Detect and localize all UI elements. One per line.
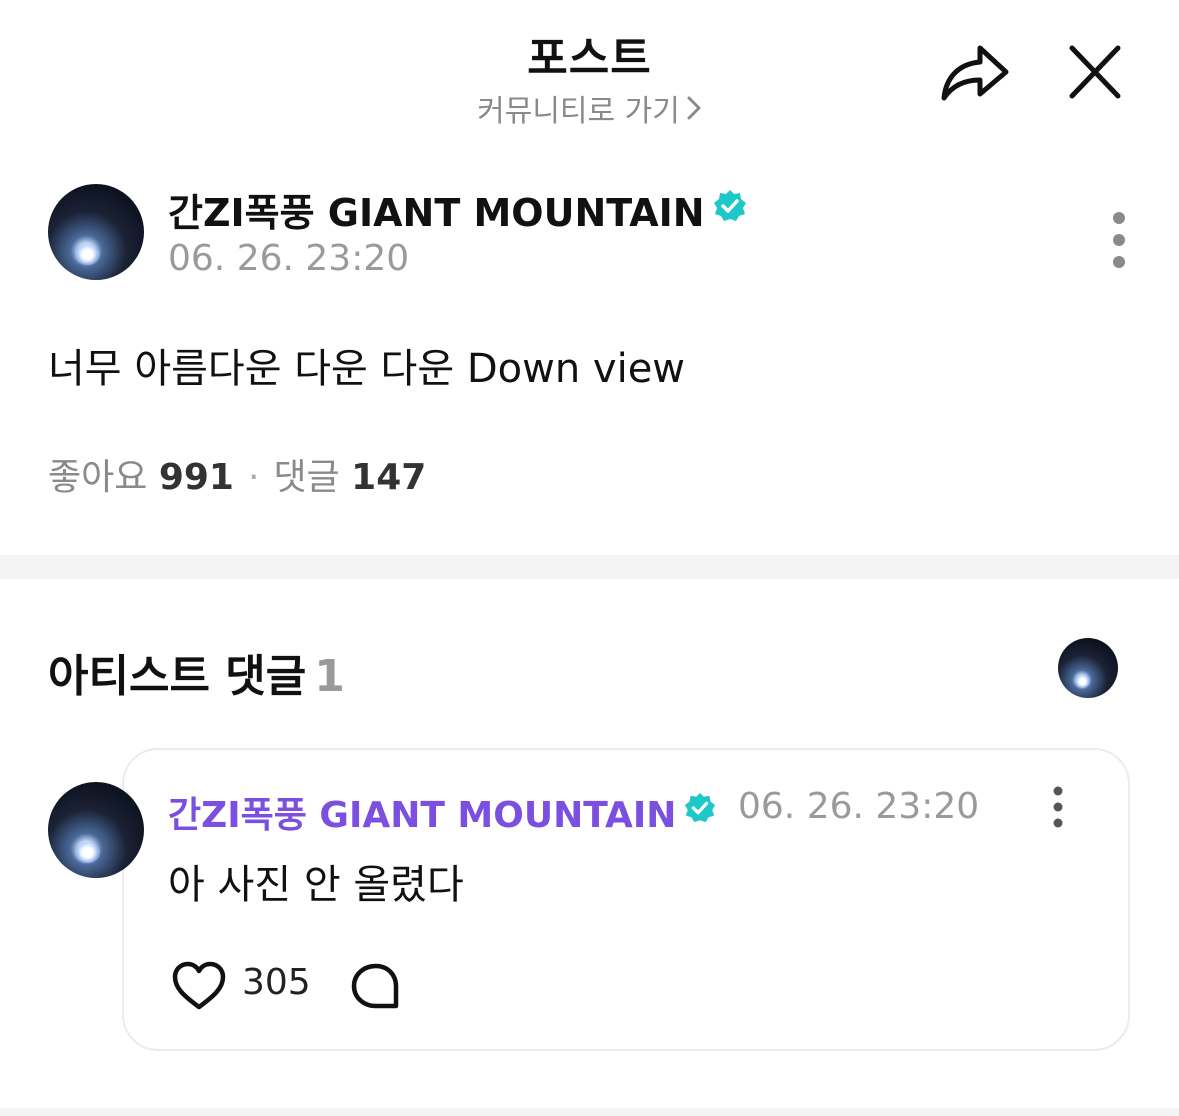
post-author[interactable]: 간ZI폭풍 GIANT MOUNTAIN	[168, 182, 747, 237]
comments-label: 댓글	[273, 457, 340, 498]
artist-comments-title: 아티스트 댓글 1	[48, 640, 345, 704]
author-avatar[interactable]	[48, 184, 144, 280]
comment-like-count: 305	[242, 962, 311, 1003]
section-divider	[0, 555, 1179, 579]
comment-author-avatar[interactable]	[48, 782, 144, 878]
artist-avatar[interactable]	[1058, 638, 1118, 698]
share-icon[interactable]	[938, 40, 1012, 106]
heart-icon[interactable]	[170, 960, 228, 1012]
close-icon[interactable]	[1062, 40, 1128, 106]
comment-more-icon[interactable]	[1040, 785, 1076, 831]
verified-badge-icon	[684, 792, 716, 833]
likes-label: 좋아요	[48, 457, 148, 498]
verified-badge-icon	[713, 188, 747, 232]
header: 포스트 커뮤니티로 가기	[0, 0, 1179, 150]
post-body: 너무 아름다운 다운 다운 Down view	[48, 346, 686, 392]
likes-count[interactable]: 991	[159, 457, 234, 498]
artist-comments-count: 1	[314, 651, 345, 702]
artist-comments-label: 아티스트 댓글	[48, 651, 307, 702]
chevron-right-icon	[686, 94, 702, 129]
comment-body: 아 사진 안 올렸다	[168, 862, 464, 908]
separator-dot: ·	[247, 457, 260, 498]
comment-timestamp: 06. 26. 23:20	[738, 786, 980, 827]
comment-author-name: 간ZI폭풍 GIANT MOUNTAIN	[168, 795, 677, 836]
post-timestamp: 06. 26. 23:20	[168, 238, 410, 279]
post-stats: 좋아요 991 · 댓글 147	[48, 448, 426, 500]
comments-count[interactable]: 147	[351, 457, 426, 498]
more-options-icon[interactable]	[1100, 206, 1140, 276]
post-author-name: 간ZI폭풍 GIANT MOUNTAIN	[168, 191, 705, 235]
reply-bubble-icon[interactable]	[350, 962, 402, 1012]
bottom-divider	[0, 1108, 1179, 1116]
comment-author[interactable]: 간ZI폭풍 GIANT MOUNTAIN	[168, 786, 716, 838]
community-link-label: 커뮤니티로 가기	[477, 94, 680, 129]
